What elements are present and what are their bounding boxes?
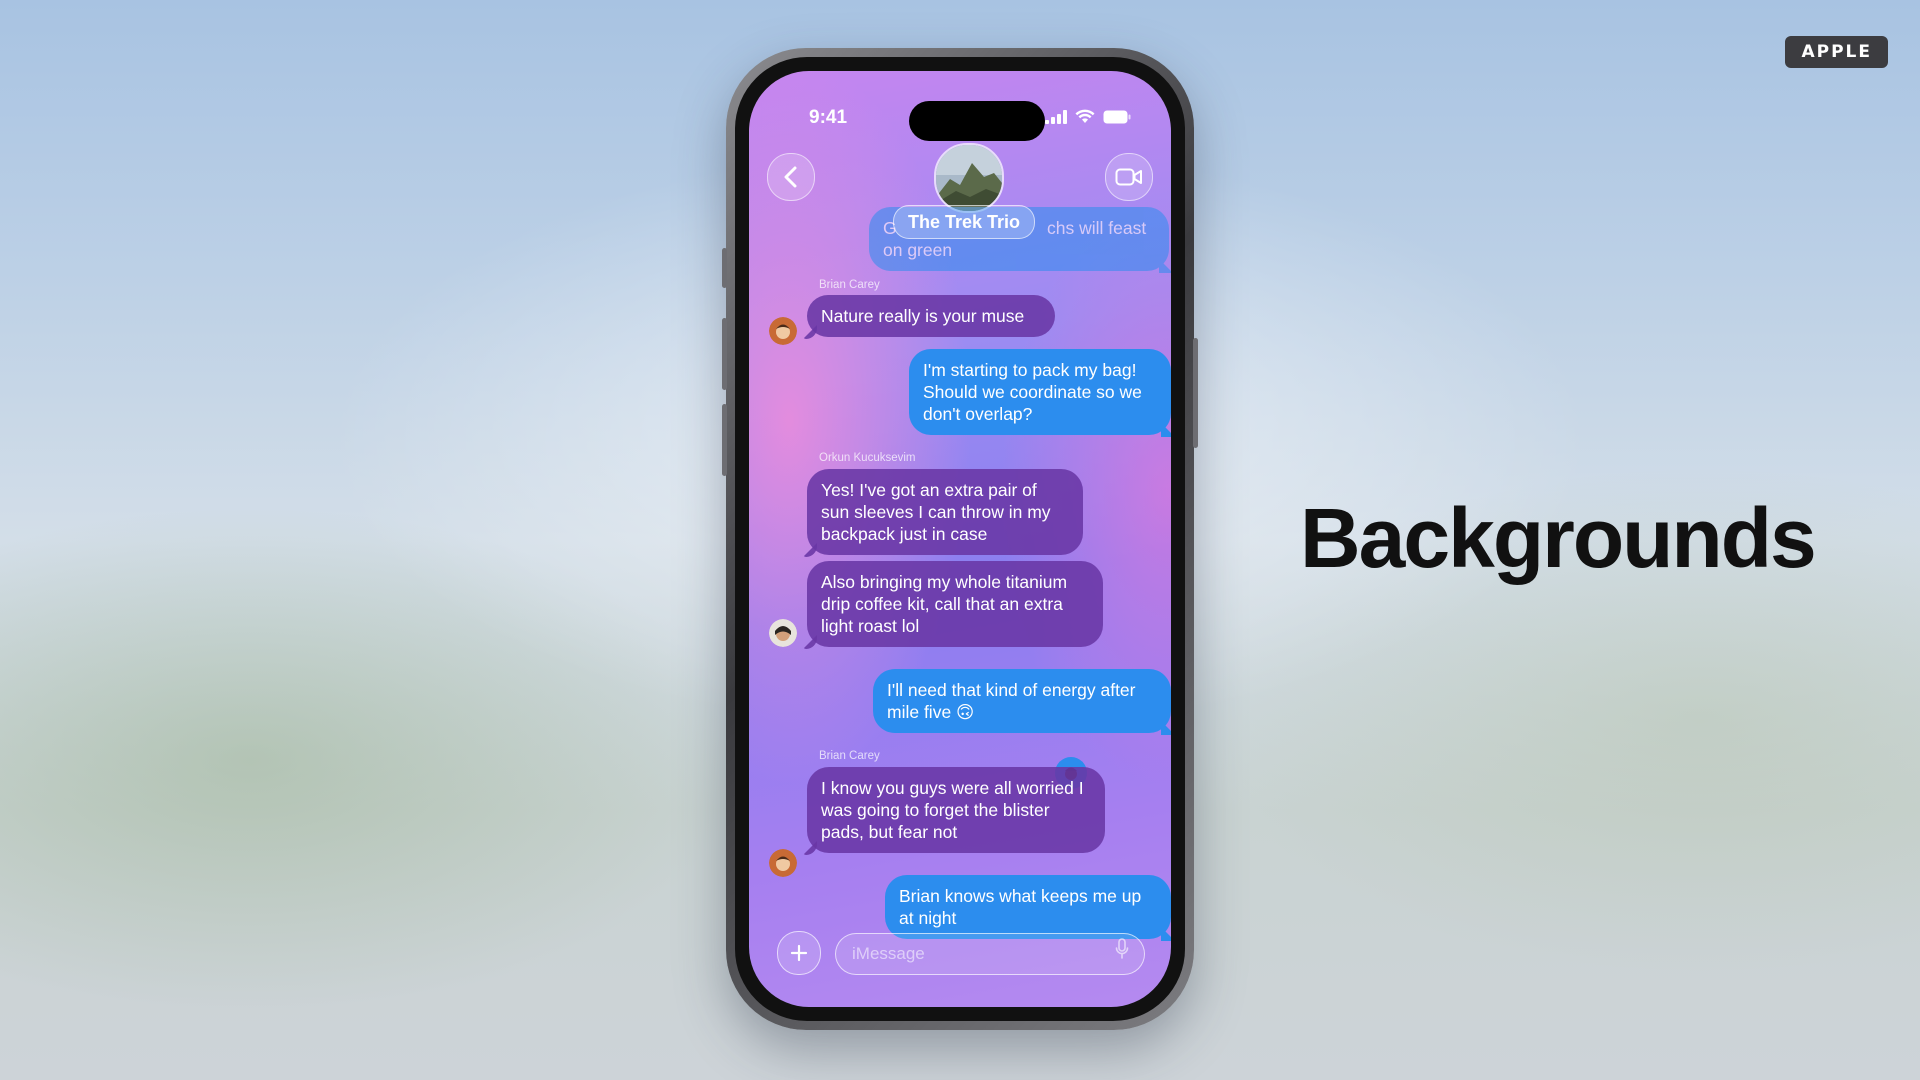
message-bubble-incoming[interactable]: Also bringing my whole titanium drip cof… xyxy=(807,561,1103,647)
message-bubble-outgoing[interactable]: I'll need that kind of energy after mile… xyxy=(873,669,1171,733)
plus-icon xyxy=(790,944,808,962)
apps-plus-button[interactable] xyxy=(777,931,821,975)
memoji-orkun-icon xyxy=(769,619,797,647)
side-button xyxy=(1193,338,1198,448)
avatar-brian[interactable] xyxy=(769,849,797,877)
messages-screen: 9:41 The Trek Trio G chs will feast on g… xyxy=(749,71,1171,1007)
microphone-button[interactable] xyxy=(1115,938,1129,965)
slide-title: Backgrounds xyxy=(1300,491,1817,585)
wifi-icon xyxy=(1075,109,1095,123)
iphone-frame: 9:41 The Trek Trio G chs will feast on g… xyxy=(722,48,1198,1030)
video-camera-icon xyxy=(1115,168,1142,186)
status-icons xyxy=(1045,109,1131,124)
action-button xyxy=(722,248,727,288)
microphone-icon xyxy=(1115,938,1129,959)
battery-icon xyxy=(1103,110,1131,124)
chevron-left-icon xyxy=(784,166,797,188)
mountain-photo-icon xyxy=(936,145,1002,211)
message-bubble-outgoing[interactable]: Brian knows what keeps me up at night xyxy=(885,875,1171,939)
message-text: Brian knows what keeps me up at night xyxy=(899,886,1142,928)
memoji-brian-icon xyxy=(769,317,797,345)
message-text: Yes! I've got an extra pair of sun sleev… xyxy=(821,480,1051,544)
message-text: Also bringing my whole titanium drip cof… xyxy=(821,572,1068,636)
slide-background: APPLE Backgrounds 9:41 The Trek Trio G c… xyxy=(0,0,1920,1080)
facetime-video-button[interactable] xyxy=(1105,153,1153,201)
memoji-brian-icon xyxy=(769,849,797,877)
imessage-input[interactable] xyxy=(835,933,1145,975)
back-button[interactable] xyxy=(767,153,815,201)
message-bubble-incoming[interactable]: I know you guys were all worried I was g… xyxy=(807,767,1105,853)
message-bubble-incoming[interactable]: Yes! I've got an extra pair of sun sleev… xyxy=(807,469,1083,555)
message-text: I'll need that kind of energy after mile… xyxy=(887,680,1136,722)
partial-message-text: on green xyxy=(883,240,953,260)
sender-name: Orkun Kucuksevim xyxy=(819,452,916,464)
sender-name: Brian Carey xyxy=(819,750,880,762)
volume-up-button xyxy=(722,318,727,390)
volume-down-button xyxy=(722,404,727,476)
message-text: I know you guys were all worried I was g… xyxy=(821,778,1084,842)
phone-bezel: 9:41 The Trek Trio G chs will feast on g… xyxy=(735,57,1185,1021)
group-name-pill[interactable]: The Trek Trio xyxy=(893,205,1036,239)
group-avatar[interactable] xyxy=(934,143,1004,213)
sender-name: Brian Carey xyxy=(819,279,880,291)
message-text: I'm starting to pack my bag! Should we c… xyxy=(923,360,1142,424)
avatar-brian[interactable] xyxy=(769,317,797,345)
signal-icon xyxy=(1045,110,1067,124)
message-text: Nature really is your muse xyxy=(821,306,1025,326)
avatar-orkun[interactable] xyxy=(769,619,797,647)
message-bubble-incoming[interactable]: Nature really is your muse xyxy=(807,295,1055,337)
partial-message-fragment: chs will feast xyxy=(1047,218,1147,238)
status-time: 9:41 xyxy=(809,107,848,128)
message-bubble-outgoing[interactable]: I'm starting to pack my bag! Should we c… xyxy=(909,349,1171,435)
apple-badge: APPLE xyxy=(1785,36,1888,68)
dynamic-island xyxy=(909,101,1045,141)
